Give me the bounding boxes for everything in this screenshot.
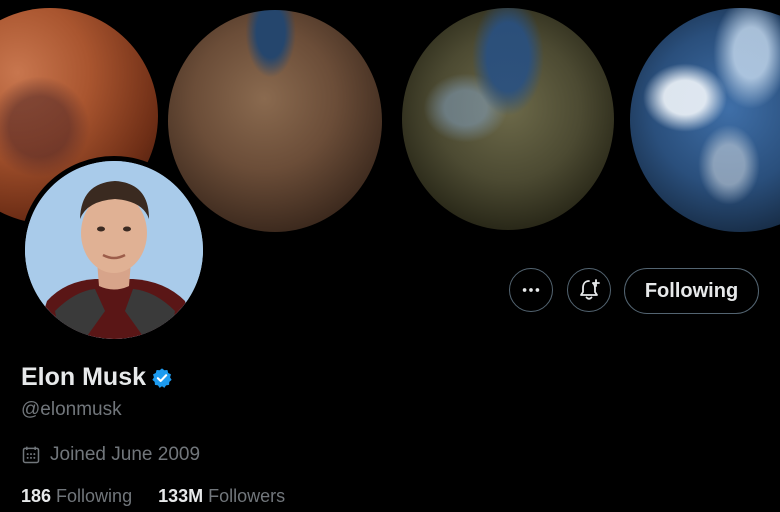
joined-date: Joined June 2009 (21, 444, 200, 466)
bell-plus-icon (580, 279, 600, 300)
followers-stat-link[interactable]: 133M Followers (158, 486, 285, 507)
verified-badge-icon[interactable] (151, 367, 173, 389)
following-button[interactable]: Following (624, 268, 759, 314)
profile-stats: 186 Following 133M Followers (21, 486, 311, 507)
profile-actions: Following (0, 268, 780, 314)
following-label: Following (56, 486, 133, 506)
followers-count: 133M (158, 486, 204, 506)
planet-mars-stage-3 (402, 8, 614, 230)
profile-name-row: Elon Musk (21, 363, 173, 392)
calendar-icon (21, 445, 41, 465)
following-stat-link[interactable]: 186 Following (21, 486, 132, 507)
joined-text: Joined June 2009 (50, 444, 201, 465)
more-button[interactable] (509, 268, 553, 312)
username-handle: @elonmusk (21, 399, 122, 420)
notifications-button[interactable] (567, 268, 611, 312)
avatar[interactable] (20, 156, 208, 344)
followers-label: Followers (208, 486, 286, 506)
following-count: 186 (21, 486, 52, 506)
display-name: Elon Musk (21, 363, 147, 391)
planet-earthlike (630, 8, 780, 232)
planet-mars-stage-2 (168, 10, 382, 232)
more-horizontal-icon (522, 288, 540, 292)
